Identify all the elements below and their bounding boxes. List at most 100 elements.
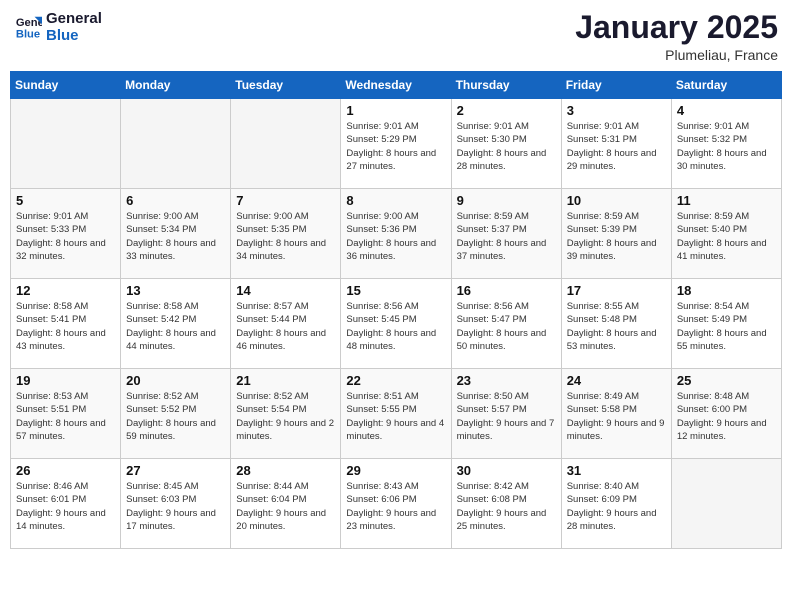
calendar-cell: 24 Sunrise: 8:49 AM Sunset: 5:58 PM Dayli… xyxy=(561,369,671,459)
calendar-cell: 6Sunrise: 9:00 AM Sunset: 5:34 PM Daylig… xyxy=(121,189,231,279)
calendar-cell: 8Sunrise: 9:00 AM Sunset: 5:36 PM Daylig… xyxy=(341,189,451,279)
day-info: Sunrise: 8:43 AM Sunset: 6:06 PM Dayligh… xyxy=(346,480,445,533)
day-number: 7 xyxy=(236,193,335,208)
day-info: Sunrise: 8:59 AM Sunset: 5:39 PM Dayligh… xyxy=(567,210,666,263)
day-info: Sunrise: 8:44 AM Sunset: 6:04 PM Dayligh… xyxy=(236,480,335,533)
calendar-table: SundayMondayTuesdayWednesdayThursdayFrid… xyxy=(10,71,782,549)
day-number: 21 xyxy=(236,373,335,388)
calendar-cell: 20 Sunrise: 8:52 AM Sunset: 5:52 PM Dayli… xyxy=(121,369,231,459)
logo-icon: General Blue xyxy=(14,13,42,41)
day-info: Sunrise: 8:46 AM Sunset: 6:01 PM Dayligh… xyxy=(16,480,115,533)
day-info: Sunrise: 8:56 AM Sunset: 5:47 PM Dayligh… xyxy=(457,300,556,353)
day-number: 20 xyxy=(126,373,225,388)
day-number: 3 xyxy=(567,103,666,118)
day-info: Sunrise: 8:54 AM Sunset: 5:49 PM Dayligh… xyxy=(677,300,776,353)
page-header: General Blue General Blue January 2025 P… xyxy=(10,10,782,63)
calendar-cell: 31 Sunrise: 8:40 AM Sunset: 6:09 PM Dayli… xyxy=(561,459,671,549)
day-number: 14 xyxy=(236,283,335,298)
day-number: 16 xyxy=(457,283,556,298)
calendar-cell: 13 Sunrise: 8:58 AM Sunset: 5:42 PM Dayli… xyxy=(121,279,231,369)
day-number: 17 xyxy=(567,283,666,298)
day-info: Sunrise: 8:42 AM Sunset: 6:08 PM Dayligh… xyxy=(457,480,556,533)
calendar-cell: 30Sunrise: 8:42 AM Sunset: 6:08 PM Dayli… xyxy=(451,459,561,549)
calendar-cell: 14Sunrise: 8:57 AM Sunset: 5:44 PM Dayli… xyxy=(231,279,341,369)
day-info: Sunrise: 8:59 AM Sunset: 5:40 PM Dayligh… xyxy=(677,210,776,263)
day-number: 31 xyxy=(567,463,666,478)
calendar-cell: 4 Sunrise: 9:01 AM Sunset: 5:32 PM Daylig… xyxy=(671,99,781,189)
day-info: Sunrise: 8:59 AM Sunset: 5:37 PM Dayligh… xyxy=(457,210,556,263)
day-info: Sunrise: 9:01 AM Sunset: 5:30 PM Dayligh… xyxy=(457,120,556,173)
day-number: 23 xyxy=(457,373,556,388)
day-info: Sunrise: 8:51 AM Sunset: 5:55 PM Dayligh… xyxy=(346,390,445,443)
calendar-cell: 5Sunrise: 9:01 AM Sunset: 5:33 PM Daylig… xyxy=(11,189,121,279)
day-number: 24 xyxy=(567,373,666,388)
weekday-header-tuesday: Tuesday xyxy=(231,72,341,99)
day-number: 4 xyxy=(677,103,776,118)
day-number: 5 xyxy=(16,193,115,208)
day-number: 18 xyxy=(677,283,776,298)
day-number: 13 xyxy=(126,283,225,298)
weekday-header-wednesday: Wednesday xyxy=(341,72,451,99)
logo-blue: Blue xyxy=(46,27,102,44)
day-number: 27 xyxy=(126,463,225,478)
calendar-cell: 16 Sunrise: 8:56 AM Sunset: 5:47 PM Dayli… xyxy=(451,279,561,369)
day-number: 22 xyxy=(346,373,445,388)
day-info: Sunrise: 8:58 AM Sunset: 5:42 PM Dayligh… xyxy=(126,300,225,353)
weekday-header-row: SundayMondayTuesdayWednesdayThursdayFrid… xyxy=(11,72,782,99)
day-info: Sunrise: 9:00 AM Sunset: 5:35 PM Dayligh… xyxy=(236,210,335,263)
logo: General Blue General Blue xyxy=(14,10,102,45)
calendar-cell: 21 Sunrise: 8:52 AM Sunset: 5:54 PM Dayli… xyxy=(231,369,341,459)
calendar-title: January 2025 xyxy=(575,10,778,45)
day-number: 15 xyxy=(346,283,445,298)
calendar-cell: 22 Sunrise: 8:51 AM Sunset: 5:55 PM Dayli… xyxy=(341,369,451,459)
day-number: 1 xyxy=(346,103,445,118)
calendar-subtitle: Plumeliau, France xyxy=(575,47,778,63)
calendar-cell: 29 Sunrise: 8:43 AM Sunset: 6:06 PM Dayli… xyxy=(341,459,451,549)
day-number: 19 xyxy=(16,373,115,388)
calendar-cell xyxy=(121,99,231,189)
calendar-cell: 9Sunrise: 8:59 AM Sunset: 5:37 PM Daylig… xyxy=(451,189,561,279)
day-info: Sunrise: 8:55 AM Sunset: 5:48 PM Dayligh… xyxy=(567,300,666,353)
weekday-header-thursday: Thursday xyxy=(451,72,561,99)
day-info: Sunrise: 9:01 AM Sunset: 5:32 PM Dayligh… xyxy=(677,120,776,173)
day-info: Sunrise: 8:50 AM Sunset: 5:57 PM Dayligh… xyxy=(457,390,556,443)
calendar-cell xyxy=(671,459,781,549)
day-info: Sunrise: 8:58 AM Sunset: 5:41 PM Dayligh… xyxy=(16,300,115,353)
calendar-cell: 27 Sunrise: 8:45 AM Sunset: 6:03 PM Dayli… xyxy=(121,459,231,549)
calendar-cell: 2Sunrise: 9:01 AM Sunset: 5:30 PM Daylig… xyxy=(451,99,561,189)
day-number: 11 xyxy=(677,193,776,208)
calendar-week-5: 26 Sunrise: 8:46 AM Sunset: 6:01 PM Dayli… xyxy=(11,459,782,549)
day-info: Sunrise: 9:01 AM Sunset: 5:29 PM Dayligh… xyxy=(346,120,445,173)
calendar-cell: 26 Sunrise: 8:46 AM Sunset: 6:01 PM Dayli… xyxy=(11,459,121,549)
day-number: 28 xyxy=(236,463,335,478)
day-info: Sunrise: 8:52 AM Sunset: 5:54 PM Dayligh… xyxy=(236,390,335,443)
day-info: Sunrise: 8:49 AM Sunset: 5:58 PM Dayligh… xyxy=(567,390,666,443)
calendar-cell: 17 Sunrise: 8:55 AM Sunset: 5:48 PM Dayli… xyxy=(561,279,671,369)
day-number: 26 xyxy=(16,463,115,478)
day-info: Sunrise: 9:00 AM Sunset: 5:34 PM Dayligh… xyxy=(126,210,225,263)
day-info: Sunrise: 8:48 AM Sunset: 6:00 PM Dayligh… xyxy=(677,390,776,443)
calendar-week-4: 19Sunrise: 8:53 AM Sunset: 5:51 PM Dayli… xyxy=(11,369,782,459)
calendar-cell: 1 Sunrise: 9:01 AM Sunset: 5:29 PM Daylig… xyxy=(341,99,451,189)
day-info: Sunrise: 8:52 AM Sunset: 5:52 PM Dayligh… xyxy=(126,390,225,443)
logo-general: General xyxy=(46,10,102,27)
calendar-cell: 23 Sunrise: 8:50 AM Sunset: 5:57 PM Dayli… xyxy=(451,369,561,459)
calendar-cell: 12 Sunrise: 8:58 AM Sunset: 5:41 PM Dayli… xyxy=(11,279,121,369)
calendar-week-1: 1 Sunrise: 9:01 AM Sunset: 5:29 PM Daylig… xyxy=(11,99,782,189)
calendar-cell: 7 Sunrise: 9:00 AM Sunset: 5:35 PM Daylig… xyxy=(231,189,341,279)
weekday-header-monday: Monday xyxy=(121,72,231,99)
title-block: January 2025 Plumeliau, France xyxy=(575,10,778,63)
calendar-cell: 10Sunrise: 8:59 AM Sunset: 5:39 PM Dayli… xyxy=(561,189,671,279)
day-number: 12 xyxy=(16,283,115,298)
calendar-week-3: 12 Sunrise: 8:58 AM Sunset: 5:41 PM Dayli… xyxy=(11,279,782,369)
day-number: 29 xyxy=(346,463,445,478)
calendar-cell: 15 Sunrise: 8:56 AM Sunset: 5:45 PM Dayli… xyxy=(341,279,451,369)
day-info: Sunrise: 8:45 AM Sunset: 6:03 PM Dayligh… xyxy=(126,480,225,533)
calendar-cell: 19Sunrise: 8:53 AM Sunset: 5:51 PM Dayli… xyxy=(11,369,121,459)
day-info: Sunrise: 8:40 AM Sunset: 6:09 PM Dayligh… xyxy=(567,480,666,533)
day-info: Sunrise: 8:56 AM Sunset: 5:45 PM Dayligh… xyxy=(346,300,445,353)
calendar-cell: 25Sunrise: 8:48 AM Sunset: 6:00 PM Dayli… xyxy=(671,369,781,459)
day-info: Sunrise: 9:00 AM Sunset: 5:36 PM Dayligh… xyxy=(346,210,445,263)
weekday-header-sunday: Sunday xyxy=(11,72,121,99)
weekday-header-friday: Friday xyxy=(561,72,671,99)
